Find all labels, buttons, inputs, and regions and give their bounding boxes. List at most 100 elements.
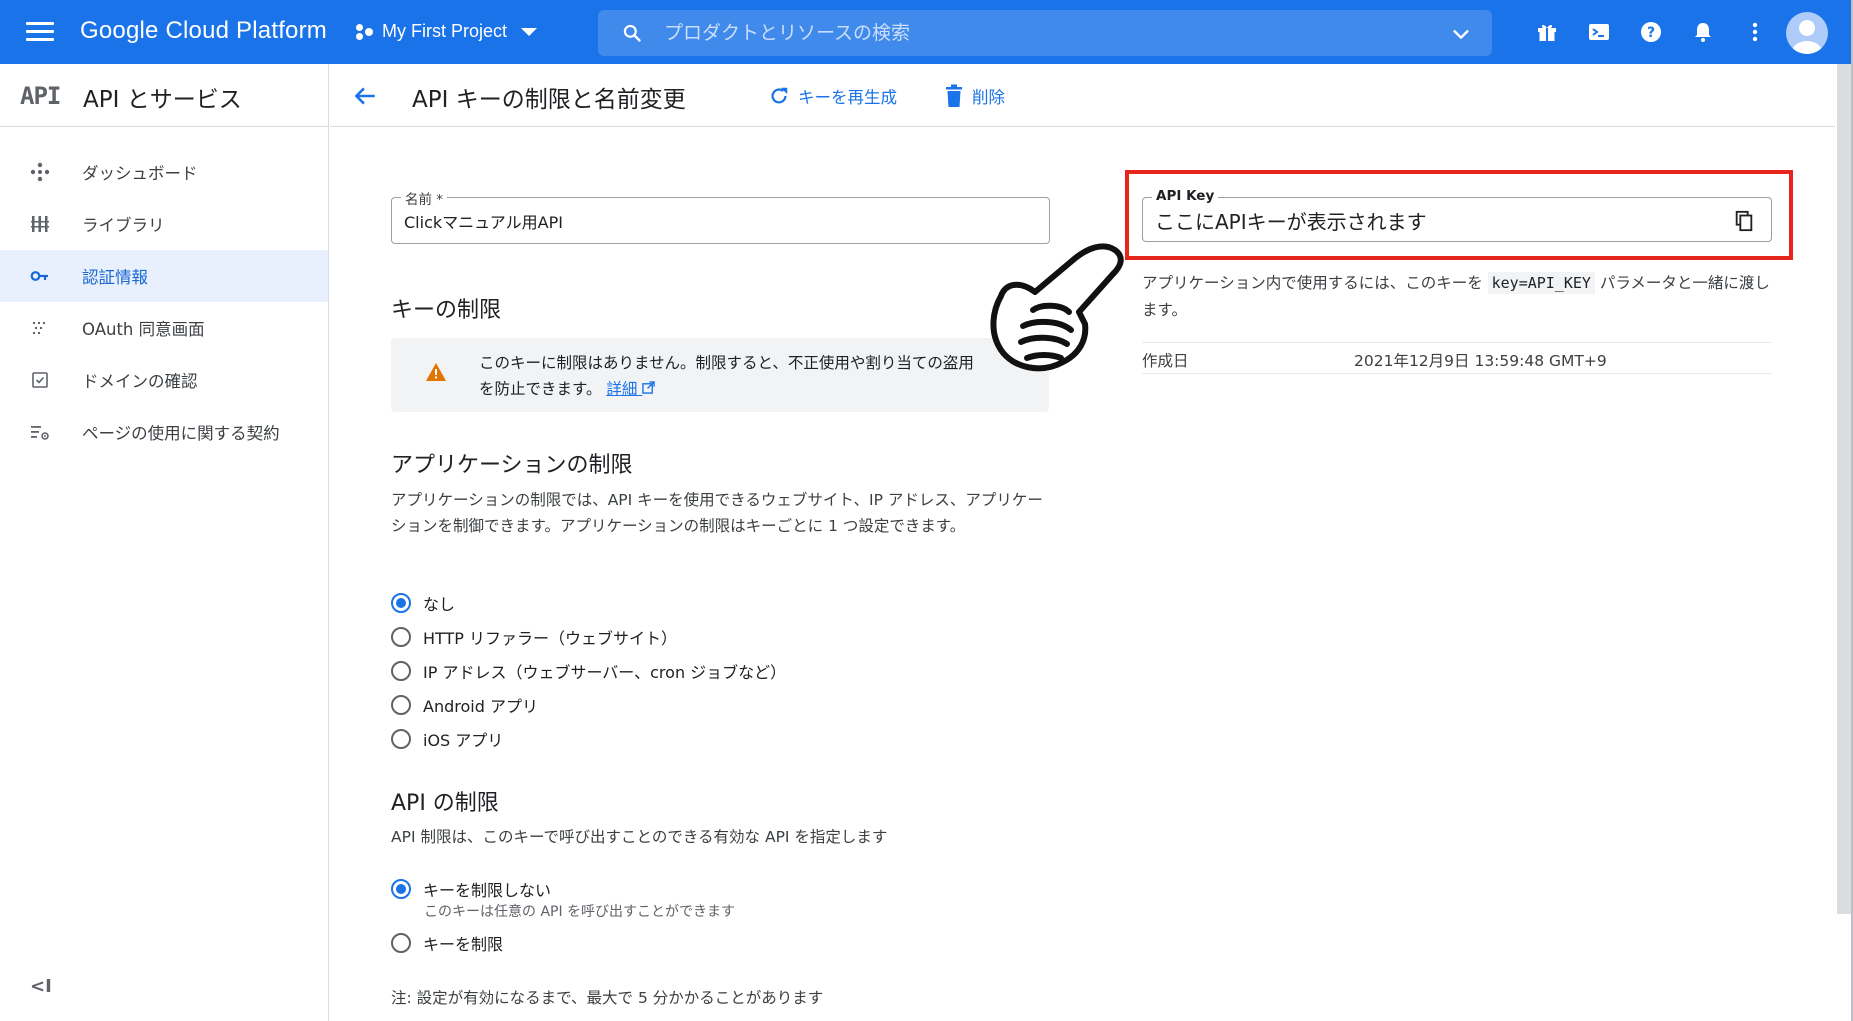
search-input[interactable]: [664, 18, 1384, 48]
sidebar-item-label: ライブラリ: [82, 216, 165, 235]
sidebar-item-library[interactable]: ライブラリ: [0, 198, 328, 250]
sidebar-item-domain-verification[interactable]: ドメインの確認: [0, 354, 328, 406]
project-dots-icon: [356, 23, 374, 41]
api-logo: API: [20, 82, 61, 110]
api-key-value[interactable]: [1155, 207, 1715, 233]
regenerate-key-label: キーを再生成: [798, 88, 897, 107]
delete-button[interactable]: 削除: [944, 84, 1005, 108]
copy-icon[interactable]: [1733, 210, 1755, 232]
oauth-icon: [33, 322, 45, 334]
nav-title: API とサービス: [83, 87, 242, 113]
sidebar-item-dashboard[interactable]: ダッシュボード: [0, 146, 328, 198]
app-restriction-ip-address[interactable]: IP アドレス（ウェブサーバー、cron ジョブなど）: [391, 659, 786, 683]
project-selector[interactable]: My First Project: [356, 21, 538, 42]
chevron-down-icon[interactable]: [1450, 23, 1472, 45]
open-in-new-icon: [642, 381, 656, 394]
dont-restrict-sublabel: このキーは任意の API を呼び出すことができます: [424, 904, 736, 920]
key-icon: [30, 271, 48, 281]
gift-icon[interactable]: [1535, 20, 1559, 44]
page-scrollbar[interactable]: [1837, 64, 1851, 914]
sidebar-item-label: ドメインの確認: [82, 372, 198, 391]
brand-title[interactable]: Google Cloud Platform: [80, 17, 327, 45]
domain-check-icon: [32, 372, 48, 388]
creation-date-value: 2021年12月9日 13:59:48 GMT+9: [1354, 352, 1607, 370]
agreement-icon: [31, 426, 49, 440]
pointing-hand-icon: [990, 243, 1124, 372]
radio-label: キーを制限しない: [423, 881, 552, 900]
top-app-bar: Google Cloud Platform My First Project ?: [0, 0, 1853, 64]
usage-text-before: アプリケーション内で使用するには、このキーを: [1142, 274, 1488, 292]
radio-unselected[interactable]: [391, 695, 411, 715]
creation-date-label: 作成日: [1142, 352, 1189, 370]
api-restriction-dont-restrict[interactable]: キーを制限しない: [391, 877, 551, 901]
help-icon[interactable]: ?: [1639, 20, 1663, 44]
warning-text: このキーに制限はありません。制限すると、不正使用や割り当ての盗用を防止できます。…: [479, 350, 989, 402]
trash-icon: [946, 84, 962, 107]
api-restriction-restrict[interactable]: キーを制限: [391, 931, 503, 955]
delete-label: 削除: [972, 88, 1005, 107]
sidebar-item-label: OAuth 同意画面: [82, 320, 205, 339]
caret-down-icon: [521, 27, 538, 36]
back-arrow-icon[interactable]: [352, 83, 378, 109]
app-restriction-android[interactable]: Android アプリ: [391, 693, 538, 717]
radio-label: キーを制限: [423, 935, 504, 954]
page-title: API キーの制限と名前変更: [412, 87, 686, 113]
no-restriction-warning: このキーに制限はありません。制限すると、不正使用や割り当ての盗用を防止できます。…: [391, 338, 1049, 412]
radio-label: IP アドレス（ウェブサーバー、cron ジョブなど）: [423, 663, 787, 682]
app-restriction-description: アプリケーションの制限では、API キーを使用できるウェブサイト、IP アドレス…: [391, 491, 1043, 535]
library-icon: [31, 216, 49, 232]
radio-selected[interactable]: [391, 879, 411, 899]
name-field-label: 名前 *: [401, 188, 448, 208]
radio-unselected[interactable]: [391, 729, 411, 749]
api-key-field[interactable]: API Key: [1142, 188, 1772, 242]
radio-label: Android アプリ: [423, 697, 538, 716]
radio-label: HTTP リファラー（ウェブサイト）: [423, 629, 678, 648]
radio-label: なし: [423, 595, 456, 614]
api-restriction-heading: API の制限: [391, 791, 499, 816]
radio-label: iOS アプリ: [423, 731, 504, 750]
api-restriction-description: API 制限は、このキーで呼び出すことのできる有効な API を指定します: [391, 828, 888, 846]
avatar-person-icon: [1792, 20, 1822, 54]
more-vert-icon[interactable]: [1743, 20, 1767, 44]
app-restriction-ios[interactable]: iOS アプリ: [391, 727, 503, 751]
page-header: API キーの制限と名前変更 キーを再生成 削除: [330, 64, 1835, 127]
notifications-icon[interactable]: [1691, 20, 1715, 44]
creation-date-row: 作成日 2021年12月9日 13:59:48 GMT+9: [1142, 342, 1772, 374]
sidebar-item-oauth-consent[interactable]: OAuth 同意画面: [0, 302, 328, 354]
propagation-note: 注: 設定が有効になるまで、最大で 5 分かかることがあります: [391, 989, 824, 1007]
hamburger-menu-icon[interactable]: [26, 20, 56, 44]
collapse-nav-button[interactable]: <I: [30, 976, 52, 997]
api-key-label: API Key: [1152, 188, 1219, 204]
nav-divider: [0, 126, 329, 127]
sidebar-item-credentials[interactable]: 認証情報: [0, 250, 328, 302]
search-bar[interactable]: [598, 10, 1492, 56]
radio-unselected[interactable]: [391, 661, 411, 681]
api-key-usage-text: アプリケーション内で使用するには、このキーを key=API_KEY パラメータ…: [1142, 270, 1782, 324]
sidebar-item-label: ダッシュボード: [82, 164, 198, 183]
radio-unselected[interactable]: [391, 933, 411, 953]
radio-selected[interactable]: [391, 593, 411, 613]
sidebar-item-page-usage-agreements[interactable]: ページの使用に関する契約: [0, 406, 328, 458]
search-icon: [623, 24, 641, 42]
details-link[interactable]: 詳細: [606, 380, 656, 398]
cloud-shell-icon[interactable]: [1587, 20, 1611, 44]
warning-message: このキーに制限はありません。制限すると、不正使用や割り当ての盗用を防止できます。: [479, 354, 974, 398]
svg-text:?: ?: [1647, 25, 1655, 41]
sidebar-item-label: ページの使用に関する契約: [82, 424, 280, 443]
project-name: My First Project: [382, 21, 508, 41]
warning-icon: [426, 363, 446, 381]
radio-unselected[interactable]: [391, 627, 411, 647]
refresh-icon: [771, 87, 788, 104]
key-restriction-heading: キーの制限: [391, 298, 502, 323]
regenerate-key-button[interactable]: キーを再生成: [768, 84, 897, 108]
usage-code: key=API_KEY: [1487, 272, 1595, 294]
app-restriction-none[interactable]: なし: [391, 591, 455, 615]
name-field[interactable]: 名前 *: [391, 188, 1050, 244]
left-navigation: API API とサービス ダッシュボード ライブラリ 認証情報 OAuth 同: [0, 64, 329, 1021]
app-restriction-heading: アプリケーションの制限: [391, 453, 633, 478]
app-restriction-http-referrer[interactable]: HTTP リファラー（ウェブサイト）: [391, 625, 677, 649]
dashboard-icon: [30, 162, 50, 182]
account-avatar[interactable]: [1786, 12, 1828, 54]
sidebar-item-label: 認証情報: [82, 268, 148, 287]
name-input[interactable]: [404, 210, 1024, 232]
